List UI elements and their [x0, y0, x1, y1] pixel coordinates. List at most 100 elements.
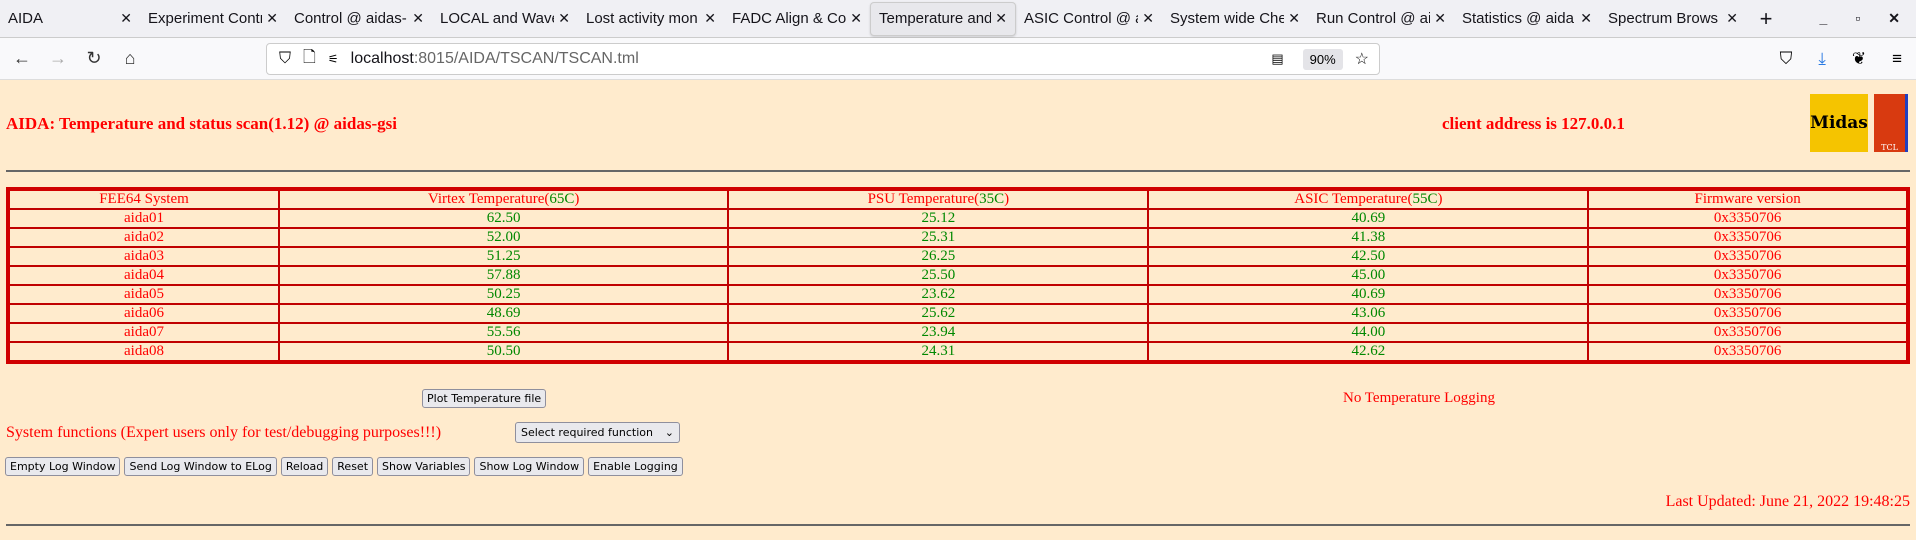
close-tab-icon[interactable]: ✕ — [120, 10, 132, 27]
tab-label: Experiment Contr — [148, 10, 263, 27]
table-row: aida04 57.88 25.50 45.00 0x3350706 — [6, 265, 1909, 286]
tab-bar: AIDA ✕ Experiment Contr ✕ Control @ aidas- ✕ L… — [0, 0, 1916, 38]
browser-tab[interactable]: Temperature and ✕ — [870, 1, 1016, 36]
forward-icon[interactable]: → — [40, 48, 76, 69]
close-tab-icon[interactable]: ✕ — [1726, 10, 1738, 27]
virtex-temp: 51.25 — [278, 246, 730, 267]
close-tab-icon[interactable]: ✕ — [995, 10, 1007, 27]
home-icon[interactable]: ⌂ — [112, 48, 148, 69]
back-icon[interactable]: ← — [4, 48, 40, 69]
browser-tab[interactable]: FADC Align & Co ✕ — [724, 2, 870, 36]
browser-tab[interactable]: System wide Che ✕ — [1162, 2, 1308, 36]
firmware-version: 0x3350706 — [1587, 246, 1909, 267]
download-icon[interactable]: ⤓ — [1818, 49, 1826, 69]
close-tab-icon[interactable]: ✕ — [1142, 10, 1154, 27]
browser-tab[interactable]: Control @ aidas- ✕ — [286, 2, 432, 36]
url-path: :8015/AIDA/TSCAN/TSCAN.tml — [413, 50, 639, 67]
pocket-icon[interactable]: ⛉ — [1780, 49, 1793, 69]
tab-label: FADC Align & Co — [732, 10, 847, 27]
close-tab-icon[interactable]: ✕ — [558, 10, 570, 27]
asic-temp: 45.00 — [1147, 265, 1590, 286]
enable-logging-button[interactable]: Enable Logging — [588, 457, 683, 476]
virtex-temp: 48.69 — [278, 303, 730, 324]
virtex-temp: 50.50 — [278, 341, 730, 363]
minimize-icon[interactable]: _ — [1820, 10, 1828, 27]
firmware-version: 0x3350706 — [1587, 208, 1909, 229]
shield-icon[interactable]: ⛉ — [279, 50, 291, 68]
browser-tab[interactable]: LOCAL and Wave ✕ — [432, 2, 578, 36]
temperature-table: FEE64 System Virtex Temperature(65C) PSU… — [6, 187, 1910, 364]
divider — [6, 170, 1910, 172]
tab-label: ASIC Control @ a — [1024, 10, 1139, 27]
table-header: FEE64 System Virtex Temperature(65C) PSU… — [6, 188, 1909, 210]
close-tab-icon[interactable]: ✕ — [1434, 10, 1446, 27]
system-name: aida05 — [6, 284, 281, 305]
browser-tab[interactable]: Lost activity mon ✕ — [578, 2, 724, 36]
zoom-level[interactable]: 90% — [1302, 48, 1343, 70]
tab-label: Run Control @ ai — [1316, 10, 1431, 27]
permissions-icon[interactable]: ⚟ — [328, 52, 339, 66]
bookmark-star-icon[interactable]: ☆ — [1355, 49, 1379, 69]
browser-tab[interactable]: ASIC Control @ a ✕ — [1016, 2, 1162, 36]
reader-view-icon[interactable]: ▤ — [1264, 48, 1290, 70]
reload-button[interactable]: Reload — [280, 457, 329, 476]
psu-temp: 24.31 — [727, 341, 1150, 363]
show-log-window-button[interactable]: Show Log Window — [474, 457, 585, 476]
header-psu: PSU Temperature(35C) — [727, 188, 1150, 210]
firmware-version: 0x3350706 — [1587, 322, 1909, 343]
header-firmware: Firmware version — [1587, 188, 1909, 210]
close-tab-icon[interactable]: ✕ — [850, 10, 862, 27]
browser-tab[interactable]: Experiment Contr ✕ — [140, 2, 286, 36]
extension-icon[interactable]: ❦ — [1852, 49, 1866, 69]
page-content: AIDA: Temperature and status scan(1.12) … — [0, 80, 1916, 540]
reset-button[interactable]: Reset — [332, 457, 374, 476]
browser-tab[interactable]: Run Control @ ai ✕ — [1308, 2, 1454, 36]
divider — [6, 524, 1910, 526]
browser-tab[interactable]: Statistics @ aida ✕ — [1454, 2, 1600, 36]
empty-log-window-button[interactable]: Empty Log Window — [5, 457, 121, 476]
tab-label: Statistics @ aida — [1462, 10, 1574, 27]
url-text[interactable]: localhost:8015/AIDA/TSCAN/TSCAN.tml — [351, 50, 639, 68]
virtex-temp: 55.56 — [278, 322, 730, 343]
asic-temp: 41.38 — [1147, 227, 1590, 248]
header-virtex: Virtex Temperature(65C) — [278, 188, 730, 210]
psu-temp: 25.31 — [727, 227, 1150, 248]
maximize-icon[interactable]: ▫ — [1855, 10, 1860, 27]
function-select[interactable]: Select required function ⌄ — [515, 422, 680, 443]
firmware-version: 0x3350706 — [1587, 265, 1909, 286]
table-row: aida03 51.25 26.25 42.50 0x3350706 — [6, 246, 1909, 267]
send-log-window-to-elog-button[interactable]: Send Log Window to ELog — [124, 457, 277, 476]
asic-temp: 42.50 — [1147, 246, 1590, 267]
close-window-icon[interactable]: ✕ — [1888, 10, 1900, 27]
firmware-version: 0x3350706 — [1587, 303, 1909, 324]
table-row: aida06 48.69 25.62 43.06 0x3350706 — [6, 303, 1909, 324]
page-icon: 🗋 — [303, 48, 316, 66]
tab-label: Spectrum Brows — [1608, 10, 1719, 27]
asic-temp: 40.69 — [1147, 208, 1590, 229]
page-title: AIDA: Temperature and status scan(1.12) … — [6, 114, 397, 133]
nav-bar: ← → ↻ ⌂ ⛉ 🗋 ⚟ localhost:8015/AIDA/TSCAN/… — [0, 38, 1916, 80]
reload-icon[interactable]: ↻ — [76, 48, 112, 69]
plot-temperature-button[interactable]: Plot Temperature file — [422, 389, 547, 408]
tab-label: Lost activity mon — [586, 10, 698, 27]
url-bar[interactable]: ⛉ 🗋 ⚟ localhost:8015/AIDA/TSCAN/TSCAN.tm… — [266, 43, 1380, 75]
browser-tab[interactable]: AIDA ✕ — [0, 2, 140, 36]
last-updated: Last Updated: June 21, 2022 19:48:25 — [1665, 493, 1910, 510]
show-variables-button[interactable]: Show Variables — [377, 457, 471, 476]
virtex-temp: 62.50 — [278, 208, 730, 229]
new-tab-icon[interactable]: + — [1746, 6, 1786, 32]
virtex-temp: 50.25 — [278, 284, 730, 305]
system-functions-label: System functions (Expert users only for … — [6, 424, 442, 441]
browser-tab[interactable]: Spectrum Brows ✕ — [1600, 2, 1746, 36]
logging-status: No Temperature Logging — [1343, 390, 1495, 406]
close-tab-icon[interactable]: ✕ — [266, 10, 278, 27]
close-tab-icon[interactable]: ✕ — [1288, 10, 1300, 27]
close-tab-icon[interactable]: ✕ — [1580, 10, 1592, 27]
close-tab-icon[interactable]: ✕ — [412, 10, 424, 27]
system-name: aida01 — [6, 208, 281, 229]
table-row: aida05 50.25 23.62 40.69 0x3350706 — [6, 284, 1909, 305]
menu-icon[interactable]: ≡ — [1892, 49, 1902, 69]
table-row: aida07 55.56 23.94 44.00 0x3350706 — [6, 322, 1909, 343]
virtex-temp: 52.00 — [278, 227, 730, 248]
close-tab-icon[interactable]: ✕ — [704, 10, 716, 27]
